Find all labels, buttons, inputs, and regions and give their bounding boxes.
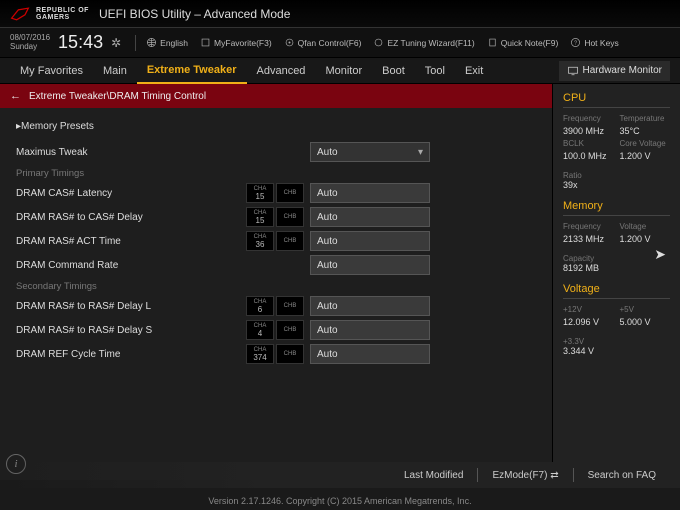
cpu-freq-value: 3900 MHz: [563, 126, 614, 136]
cmd-rate-row: DRAM Command Rate Auto: [16, 253, 542, 277]
clock: 15:43: [58, 32, 103, 53]
breadcrumb: Extreme Tweaker\DRAM Timing Control: [29, 91, 206, 102]
tab-advanced[interactable]: Advanced: [247, 59, 316, 83]
mem-volt-value: 1.200 V: [620, 234, 671, 244]
ras-ras-s-field[interactable]: Auto: [310, 320, 430, 340]
maximus-tweak-label: Maximus Tweak: [16, 147, 246, 158]
main-panel: ← Extreme Tweaker\DRAM Timing Control ▸ …: [0, 84, 552, 480]
v12-value: 12.096 V: [563, 317, 614, 327]
tab-main[interactable]: Main: [93, 59, 137, 83]
cpu-temp-value: 35°C: [620, 126, 671, 136]
maximus-tweak-row: Maximus Tweak Auto: [16, 140, 542, 164]
toolbar: 08/07/2016Sunday 15:43 ✲ English MyFavor…: [0, 28, 680, 58]
mem-cap-value: 8192 MB: [563, 263, 670, 273]
tab-monitor[interactable]: Monitor: [315, 59, 372, 83]
back-arrow-icon[interactable]: ←: [10, 90, 21, 102]
brand-text: REPUBLIC OFGAMERS: [36, 7, 89, 21]
secondary-timings-heading: Secondary Timings: [16, 281, 542, 292]
core-voltage-value: 1.200 V: [620, 151, 671, 161]
ref-cycle-field[interactable]: Auto: [310, 344, 430, 364]
tab-exit[interactable]: Exit: [455, 59, 493, 83]
wizard-icon: [373, 37, 384, 48]
tab-tool[interactable]: Tool: [415, 59, 455, 83]
sb-voltage-heading: Voltage: [563, 283, 670, 299]
eztuning-button[interactable]: EZ Tuning Wizard(F11): [369, 35, 478, 50]
ras-ras-l-field[interactable]: Auto: [310, 296, 430, 316]
quicknote-button[interactable]: Quick Note(F9): [483, 35, 563, 50]
cmd-rate-field[interactable]: Auto: [310, 255, 430, 275]
hardware-monitor-toggle[interactable]: Hardware Monitor: [559, 61, 670, 81]
svg-text:?: ?: [574, 41, 577, 47]
cas-latency-row: DRAM CAS# Latency CHA15 CHB Auto: [16, 181, 542, 205]
fan-icon: [284, 37, 295, 48]
bclk-value: 100.0 MHz: [563, 151, 614, 161]
search-faq-button[interactable]: Search on FAQ: [578, 466, 666, 485]
cas-latency-field[interactable]: Auto: [310, 183, 430, 203]
ref-cycle-row: DRAM REF Cycle Time CHA374 CHB Auto: [16, 342, 542, 366]
rog-logo-icon: [10, 6, 30, 22]
myfavorite-button[interactable]: MyFavorite(F3): [196, 35, 276, 50]
last-modified-button[interactable]: Last Modified: [394, 466, 473, 485]
cas-cha-box: CHA15: [246, 183, 274, 203]
cas-chb-box: CHB: [276, 183, 304, 203]
tab-strip: My Favorites Main Extreme Tweaker Advanc…: [0, 58, 680, 84]
swap-icon: ⇄: [550, 470, 558, 481]
language-button[interactable]: English: [142, 35, 192, 50]
qfan-button[interactable]: Qfan Control(F6): [280, 35, 366, 50]
help-icon: ?: [570, 37, 581, 48]
sb-memory-heading: Memory: [563, 200, 670, 216]
ras-cas-row: DRAM RAS# to CAS# Delay CHA15 CHB Auto: [16, 205, 542, 229]
ras-act-field[interactable]: Auto: [310, 231, 430, 251]
ras-ras-l-row: DRAM RAS# to RAS# Delay L CHA6 CHB Auto: [16, 294, 542, 318]
date-block: 08/07/2016Sunday: [10, 34, 50, 52]
maximus-tweak-dropdown[interactable]: Auto: [310, 142, 430, 162]
header-bar: REPUBLIC OFGAMERS UEFI BIOS Utility – Ad…: [0, 0, 680, 28]
hardware-monitor-panel: CPU FrequencyTemperature 3900 MHz35°C BC…: [552, 84, 680, 480]
footer-bar: Last Modified EzMode(F7) ⇄ Search on FAQ: [0, 462, 680, 488]
ezmode-button[interactable]: EzMode(F7) ⇄: [482, 466, 568, 485]
page-title: UEFI BIOS Utility – Advanced Mode: [99, 7, 290, 21]
primary-timings-heading: Primary Timings: [16, 168, 542, 179]
globe-icon: [146, 37, 157, 48]
ras-cas-field[interactable]: Auto: [310, 207, 430, 227]
copyright-text: Version 2.17.1246. Copyright (C) 2015 Am…: [0, 496, 680, 506]
ras-ras-s-row: DRAM RAS# to RAS# Delay S CHA4 CHB Auto: [16, 318, 542, 342]
ras-act-row: DRAM RAS# ACT Time CHA36 CHB Auto: [16, 229, 542, 253]
favorite-icon: [200, 37, 211, 48]
tab-boot[interactable]: Boot: [372, 59, 415, 83]
sb-cpu-heading: CPU: [563, 92, 670, 108]
v33-value: 3.344 V: [563, 346, 670, 356]
monitor-icon: [567, 65, 579, 77]
ratio-value: 39x: [563, 180, 670, 190]
hotkeys-button[interactable]: ?Hot Keys: [566, 35, 623, 50]
memory-presets-row[interactable]: ▸ Memory Presets: [16, 114, 542, 138]
v5-value: 5.000 V: [620, 317, 671, 327]
tab-my-favorites[interactable]: My Favorites: [10, 59, 93, 83]
gear-icon[interactable]: ✲: [111, 36, 121, 50]
mem-freq-value: 2133 MHz: [563, 234, 614, 244]
note-icon: [487, 37, 498, 48]
breadcrumb-bar: ← Extreme Tweaker\DRAM Timing Control: [0, 84, 552, 108]
tab-extreme-tweaker[interactable]: Extreme Tweaker: [137, 58, 247, 84]
